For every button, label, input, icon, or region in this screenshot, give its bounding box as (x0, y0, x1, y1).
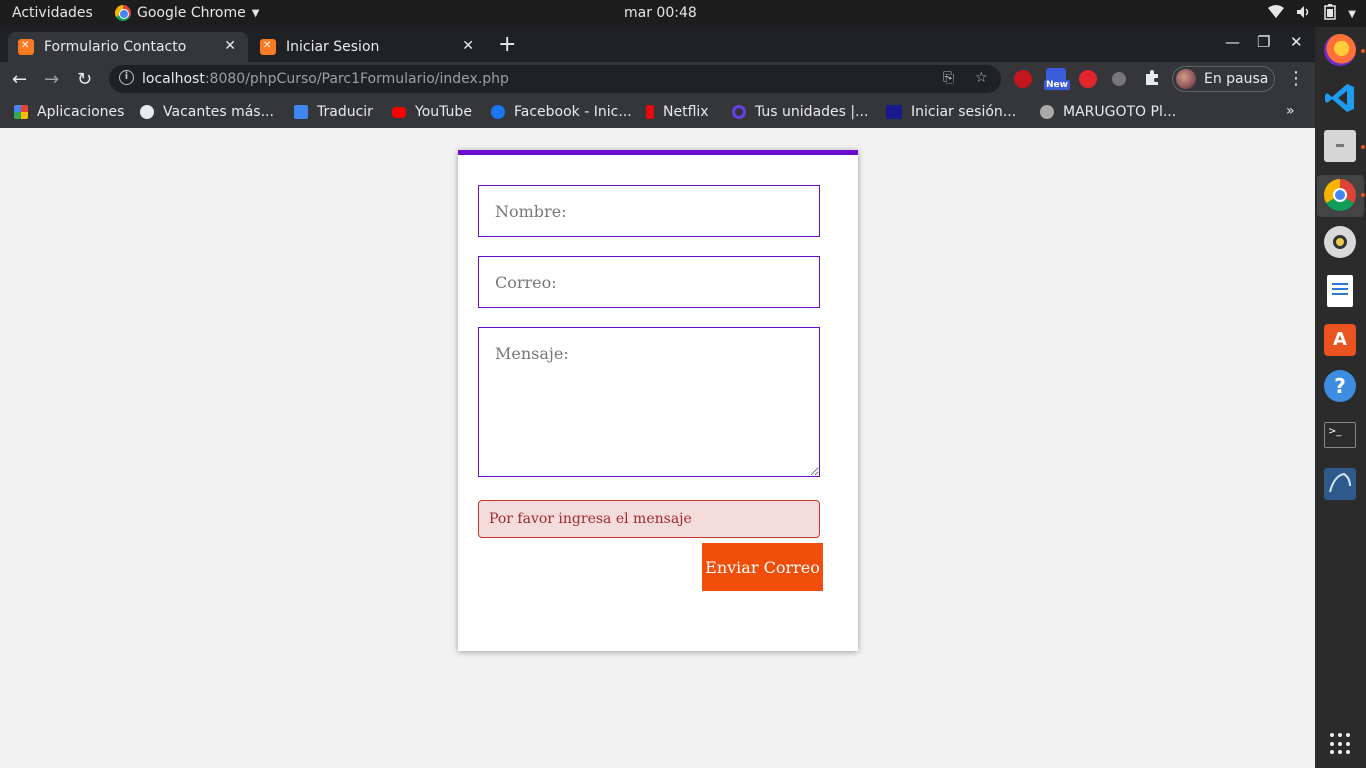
adblock-plus-icon[interactable] (1014, 70, 1032, 88)
ubuntu-dock: A ? >_ (1315, 27, 1366, 768)
system-tray[interactable]: ▼ (1268, 4, 1356, 24)
close-window-button[interactable]: ✕ (1290, 33, 1303, 51)
oup-icon (886, 105, 902, 119)
avatar (1176, 69, 1196, 89)
url-text: localhost:8080/phpCurso/Parc1Formulario/… (142, 71, 509, 87)
page-content: Por favor ingresa el mensaje Enviar Corr… (0, 128, 1315, 768)
help-icon[interactable]: ? (1324, 370, 1356, 402)
profile-status-label: En pausa (1204, 71, 1269, 87)
address-bar[interactable]: i localhost:8080/phpCurso/Parc1Formulari… (109, 65, 1001, 93)
new-badge: New (1044, 80, 1070, 90)
xampp-favicon-icon (18, 39, 34, 55)
tab-title: Formulario Contacto (44, 39, 187, 55)
facebook-icon (491, 105, 505, 119)
restore-button[interactable]: ❐ (1257, 33, 1270, 51)
more-bookmarks-icon[interactable]: » (1286, 103, 1295, 119)
terminal-icon[interactable]: >_ (1324, 422, 1356, 448)
contact-form-card: Por favor ingresa el mensaje Enviar Corr… (458, 150, 858, 651)
send-email-button[interactable]: Enviar Correo (702, 543, 823, 591)
running-indicator (1361, 49, 1365, 53)
youtube-icon (392, 106, 406, 118)
quizlet-icon (732, 105, 746, 119)
bookmark-marugoto[interactable]: MARUGOTO Pl... (1040, 104, 1176, 120)
netflix-icon (646, 105, 654, 119)
bookmarks-bar: Aplicaciones Vacantes más... Traducir Yo… (0, 96, 1315, 128)
new-tab-button[interactable]: + (498, 32, 516, 57)
email-input[interactable] (478, 256, 820, 308)
show-applications-icon[interactable] (1330, 733, 1352, 755)
extension-dot-icon[interactable] (1112, 72, 1126, 86)
tab-iniciar-sesion[interactable]: Iniciar Sesion ✕ (250, 32, 486, 62)
software-center-icon[interactable]: A (1324, 324, 1356, 356)
chrome-icon[interactable] (1324, 179, 1356, 211)
bookmark-iniciar-sesion[interactable]: Iniciar sesión... (886, 104, 1016, 120)
site-info-icon[interactable]: i (119, 70, 134, 85)
running-indicator (1361, 193, 1365, 197)
error-alert: Por favor ingresa el mensaje (478, 500, 820, 538)
xampp-favicon-icon (260, 39, 276, 55)
bookmark-youtube[interactable]: YouTube (392, 104, 472, 120)
app-menu-label: Google Chrome (137, 5, 246, 21)
reload-button[interactable]: ↻ (77, 69, 92, 90)
marugoto-icon (1040, 105, 1054, 119)
bookmark-aplicaciones[interactable]: Aplicaciones (14, 104, 124, 120)
minimize-button[interactable]: — (1225, 33, 1240, 51)
chevron-down-icon: ▼ (251, 7, 260, 19)
bookmark-star-icon[interactable]: ☆ (975, 70, 988, 86)
more-menu-icon[interactable]: ⋮ (1287, 68, 1305, 89)
clock[interactable]: mar 00:48 (624, 5, 697, 21)
bookmark-facebook[interactable]: Facebook - Inic... (491, 104, 632, 120)
bookmark-traducir[interactable]: Traducir (294, 104, 373, 120)
app-menu[interactable]: Google Chrome ▼ (115, 5, 259, 21)
forward-button[interactable]: → (44, 69, 59, 90)
stop-hand-icon[interactable] (1079, 70, 1097, 88)
bookmark-vacantes[interactable]: Vacantes más... (140, 104, 274, 120)
extensions-puzzle-icon[interactable] (1143, 69, 1161, 87)
close-icon[interactable]: ✕ (224, 38, 236, 54)
volume-icon (1296, 5, 1312, 23)
chrome-icon (115, 5, 131, 21)
tab-title: Iniciar Sesion (286, 39, 380, 55)
mysql-workbench-icon[interactable] (1324, 468, 1356, 500)
system-top-bar: Actividades Google Chrome ▼ mar 00:48 ▼ (0, 0, 1366, 27)
profile-button[interactable]: En pausa (1172, 66, 1275, 92)
browser-toolbar: ← → ↻ i localhost:8080/phpCurso/Parc1For… (0, 62, 1315, 96)
bookmark-netflix[interactable]: Netflix (646, 104, 709, 120)
battery-icon (1324, 4, 1337, 24)
vscode-icon[interactable] (1324, 82, 1356, 114)
back-button[interactable]: ← (12, 69, 27, 90)
tab-formulario-contacto[interactable]: Formulario Contacto ✕ (8, 32, 248, 62)
globe-icon (140, 105, 154, 119)
activities-button[interactable]: Actividades (12, 5, 93, 21)
close-icon[interactable]: ✕ (462, 38, 474, 54)
files-icon[interactable] (1324, 130, 1356, 162)
writer-icon[interactable] (1327, 275, 1353, 307)
rhythmbox-icon[interactable] (1324, 226, 1356, 258)
bookmark-tus-unidades[interactable]: Tus unidades |... (732, 104, 868, 120)
running-indicator (1361, 145, 1365, 149)
chevron-down-icon: ▼ (1348, 8, 1356, 20)
google-translate-icon (294, 105, 308, 119)
wifi-icon (1268, 5, 1285, 23)
message-textarea[interactable] (478, 327, 820, 477)
firefox-icon[interactable] (1324, 34, 1356, 66)
translate-icon[interactable]: ⎘ (943, 70, 954, 86)
apps-grid-icon (14, 105, 28, 119)
tab-strip: Formulario Contacto ✕ Iniciar Sesion ✕ (0, 27, 1315, 62)
name-input[interactable] (478, 185, 820, 237)
